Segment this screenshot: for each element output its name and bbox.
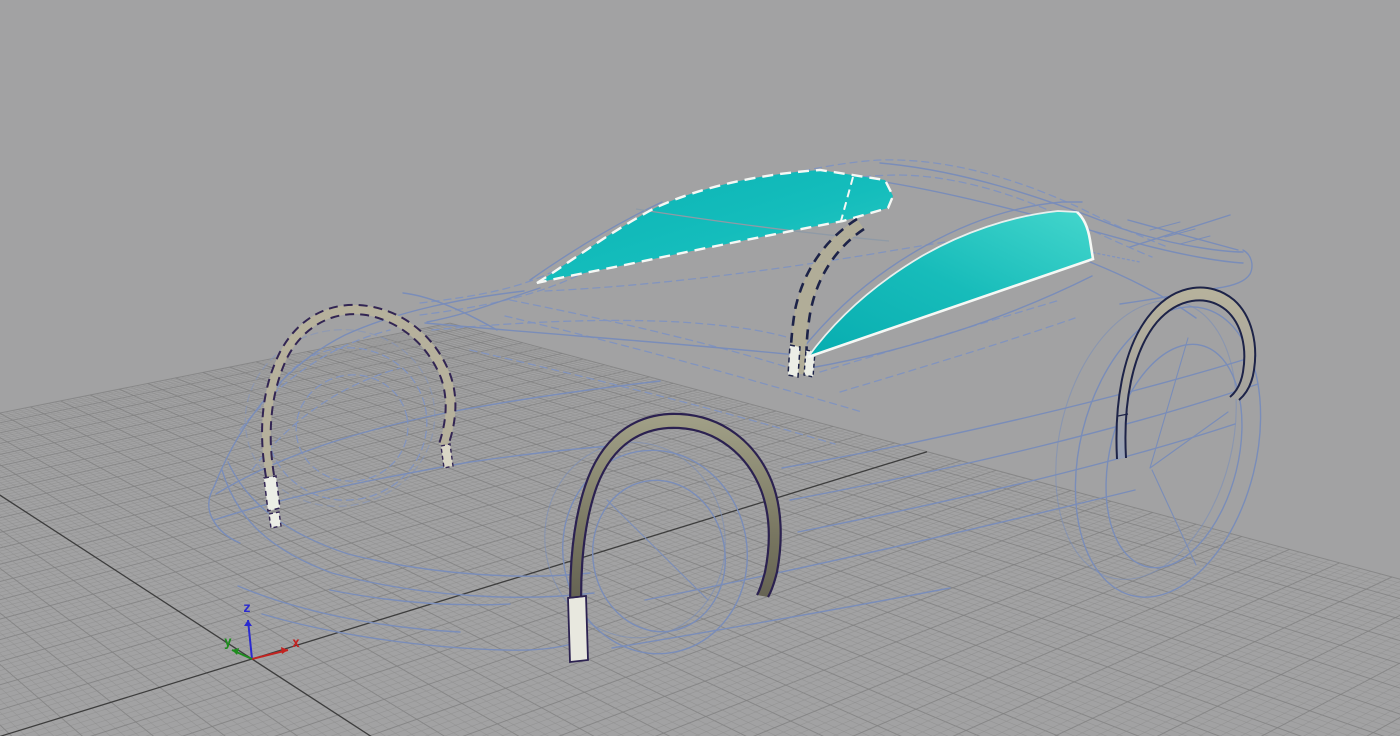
modeling-viewport[interactable]: z x y — [0, 0, 1400, 736]
arch-end-cap[interactable] — [567, 594, 589, 664]
hoop-end-cap[interactable] — [787, 344, 801, 378]
axis-label-y: y — [224, 635, 232, 650]
viewport-canvas[interactable]: z x y — [0, 0, 1400, 736]
axis-label-z: z — [243, 601, 251, 616]
axis-label-x: x — [292, 636, 300, 651]
arch-end-cap[interactable] — [268, 511, 282, 529]
